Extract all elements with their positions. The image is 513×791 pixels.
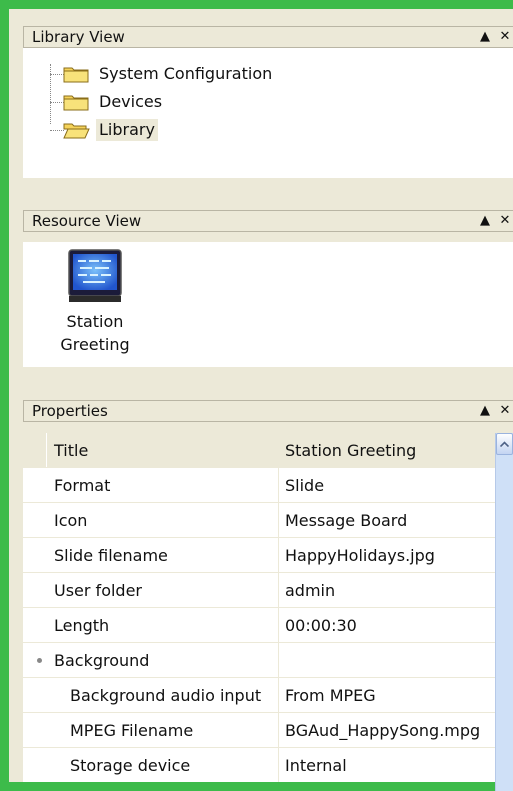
properties-scrollbar[interactable] [495, 433, 513, 791]
resource-view-title: Resource View [32, 212, 142, 230]
properties-title: Properties [32, 402, 108, 420]
tree-item-system-configuration[interactable]: System Configuration [63, 62, 275, 86]
property-name: Background [54, 651, 150, 670]
property-name: Background audio input [70, 686, 262, 705]
library-view-tree: System Configuration Devices Library [23, 48, 513, 178]
property-value[interactable]: admin [285, 573, 335, 608]
column-divider [278, 538, 279, 572]
properties-header: Properties ▲ ✕ [23, 400, 513, 422]
resource-label-line1: Station [66, 312, 124, 331]
folder-icon [63, 95, 89, 111]
property-row-storage-device[interactable]: Storage device Internal [23, 748, 495, 782]
tree-connector [50, 64, 51, 124]
column-divider [278, 608, 279, 642]
tree-item-label: System Configuration [99, 64, 273, 83]
property-row-title[interactable]: Title Station Greeting [23, 433, 495, 468]
tree-connector [50, 74, 64, 75]
tree-item-library[interactable]: Library [63, 118, 158, 142]
close-icon[interactable]: ✕ [499, 403, 511, 419]
property-row-background[interactable]: Background [23, 643, 495, 678]
property-name: MPEG Filename [70, 721, 194, 740]
property-name: Storage device [70, 756, 191, 775]
column-divider [278, 643, 279, 677]
column-divider [278, 573, 279, 607]
open-folder-icon [63, 123, 90, 139]
scroll-up-button[interactable] [496, 433, 513, 455]
tree-connector [50, 130, 64, 131]
properties-grid: Title Station Greeting Format Slide Icon… [23, 433, 495, 782]
expand-bullet-icon[interactable] [37, 658, 42, 663]
app-window: Library View ▲ ✕ System Configuration De… [9, 9, 513, 791]
property-row-icon[interactable]: Icon Message Board [23, 503, 495, 538]
column-divider [278, 748, 279, 782]
property-row-slide-filename[interactable]: Slide filename HappyHolidays.jpg [23, 538, 495, 573]
property-value[interactable]: From MPEG [285, 678, 376, 713]
library-view-controls: ▲ ✕ [479, 29, 513, 45]
message-board-icon [68, 249, 122, 302]
tree-item-label: Library [96, 119, 158, 141]
property-value[interactable]: HappyHolidays.jpg [285, 538, 435, 573]
resource-view-header: Resource View ▲ ✕ [23, 210, 513, 232]
close-icon[interactable]: ✕ [499, 29, 511, 45]
tree-connector [50, 102, 64, 103]
property-value[interactable]: Slide [285, 468, 324, 503]
property-value[interactable]: Station Greeting [285, 433, 416, 468]
column-divider [278, 468, 279, 502]
property-name: User folder [54, 581, 142, 600]
library-view-header: Library View ▲ ✕ [23, 26, 513, 48]
resource-view-panel: Station Greeting [23, 242, 513, 367]
column-divider [278, 503, 279, 537]
property-name: Slide filename [54, 546, 168, 565]
property-name: Icon [54, 511, 88, 530]
property-name: Format [54, 476, 111, 495]
properties-controls: ▲ ✕ [479, 403, 513, 419]
folder-icon [63, 67, 89, 83]
resource-item-station-greeting[interactable]: Station Greeting [55, 248, 135, 356]
chevron-up-icon [500, 441, 509, 447]
column-divider [278, 433, 279, 467]
property-row-mpeg-filename[interactable]: MPEG Filename BGAud_HappySong.mpg [23, 713, 495, 748]
property-row-background-audio-input[interactable]: Background audio input From MPEG [23, 678, 495, 713]
tree-item-devices[interactable]: Devices [63, 90, 165, 114]
collapse-icon[interactable]: ▲ [479, 403, 491, 419]
resource-item-label: Station Greeting [55, 310, 135, 356]
property-value[interactable]: BGAud_HappySong.mpg [285, 713, 480, 748]
property-name: Title [54, 441, 89, 460]
property-value[interactable]: Message Board [285, 503, 407, 538]
collapse-icon[interactable]: ▲ [479, 213, 491, 229]
property-row-format[interactable]: Format Slide [23, 468, 495, 503]
property-row-length[interactable]: Length 00:00:30 [23, 608, 495, 643]
row-gutter [23, 433, 47, 467]
column-divider [278, 678, 279, 712]
collapse-icon[interactable]: ▲ [479, 29, 491, 45]
column-divider [278, 713, 279, 747]
tree-item-label: Devices [99, 92, 163, 111]
resource-view-controls: ▲ ✕ [479, 213, 513, 229]
property-row-user-folder[interactable]: User folder admin [23, 573, 495, 608]
resource-label-line2: Greeting [60, 335, 130, 354]
property-name: Length [54, 616, 110, 635]
library-view-title: Library View [32, 28, 125, 46]
close-icon[interactable]: ✕ [499, 213, 511, 229]
property-value[interactable]: Internal [285, 748, 347, 782]
property-value[interactable]: 00:00:30 [285, 608, 357, 643]
